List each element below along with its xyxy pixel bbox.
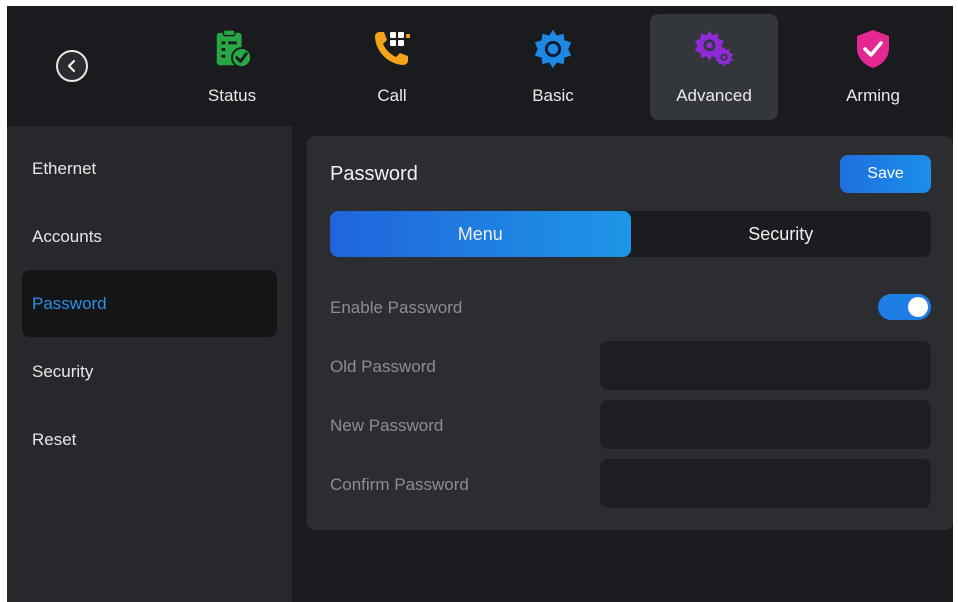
confirm-password-label: Confirm Password <box>330 475 469 494</box>
tab-call-label: Call <box>377 86 407 105</box>
sidebar-item-ethernet[interactable]: Ethernet <box>22 135 277 202</box>
tab-security[interactable]: Security <box>631 211 932 257</box>
sidebar-item-label: Reset <box>32 429 77 449</box>
tab-menu[interactable]: Menu <box>330 211 631 257</box>
tab-advanced-label: Advanced <box>676 86 752 105</box>
phone-keypad-icon <box>371 28 413 70</box>
old-password-field[interactable] <box>600 341 931 390</box>
save-button[interactable]: Save <box>840 155 931 193</box>
top-nav-bar: Status Call Basic Advanced Arming <box>7 6 953 126</box>
device-screen: Status Call Basic Advanced Arming Ethern… <box>7 6 953 602</box>
segmented-control: Menu Security <box>330 211 931 257</box>
enable-password-label: Enable Password <box>330 298 463 317</box>
tab-basic[interactable]: Basic <box>489 14 617 120</box>
shield-check-icon <box>852 28 894 70</box>
new-password-label: New Password <box>330 416 444 435</box>
chevron-left-icon <box>68 60 75 72</box>
sidebar: Ethernet Accounts Password Security Rese… <box>7 126 292 602</box>
tab-arming[interactable]: Arming <box>809 14 937 120</box>
sidebar-item-label: Password <box>32 293 107 313</box>
sidebar-item-label: Security <box>32 361 94 381</box>
new-password-field[interactable] <box>600 400 931 449</box>
tab-basic-label: Basic <box>532 86 574 105</box>
clipboard-check-icon <box>211 28 253 70</box>
old-password-label: Old Password <box>330 357 436 376</box>
enable-password-toggle[interactable] <box>878 294 931 320</box>
gears-icon <box>693 28 735 70</box>
tab-call[interactable]: Call <box>328 14 456 120</box>
sidebar-item-accounts[interactable]: Accounts <box>22 203 277 270</box>
gear-icon <box>532 28 574 70</box>
sidebar-item-reset[interactable]: Reset <box>22 406 277 473</box>
sidebar-item-label: Accounts <box>32 226 102 246</box>
password-panel: Password Save Menu Security Enable Passw… <box>307 136 953 530</box>
tab-advanced[interactable]: Advanced <box>650 14 778 120</box>
confirm-password-field[interactable] <box>600 459 931 508</box>
tab-status[interactable]: Status <box>168 14 296 120</box>
back-button[interactable] <box>56 50 88 82</box>
toggle-knob <box>908 297 928 317</box>
sidebar-item-password[interactable]: Password <box>22 270 277 337</box>
sidebar-item-label: Ethernet <box>32 158 97 178</box>
sidebar-item-security[interactable]: Security <box>22 338 277 405</box>
tab-arming-label: Arming <box>846 86 900 105</box>
panel-title: Password <box>330 163 418 185</box>
tab-status-label: Status <box>207 86 257 105</box>
